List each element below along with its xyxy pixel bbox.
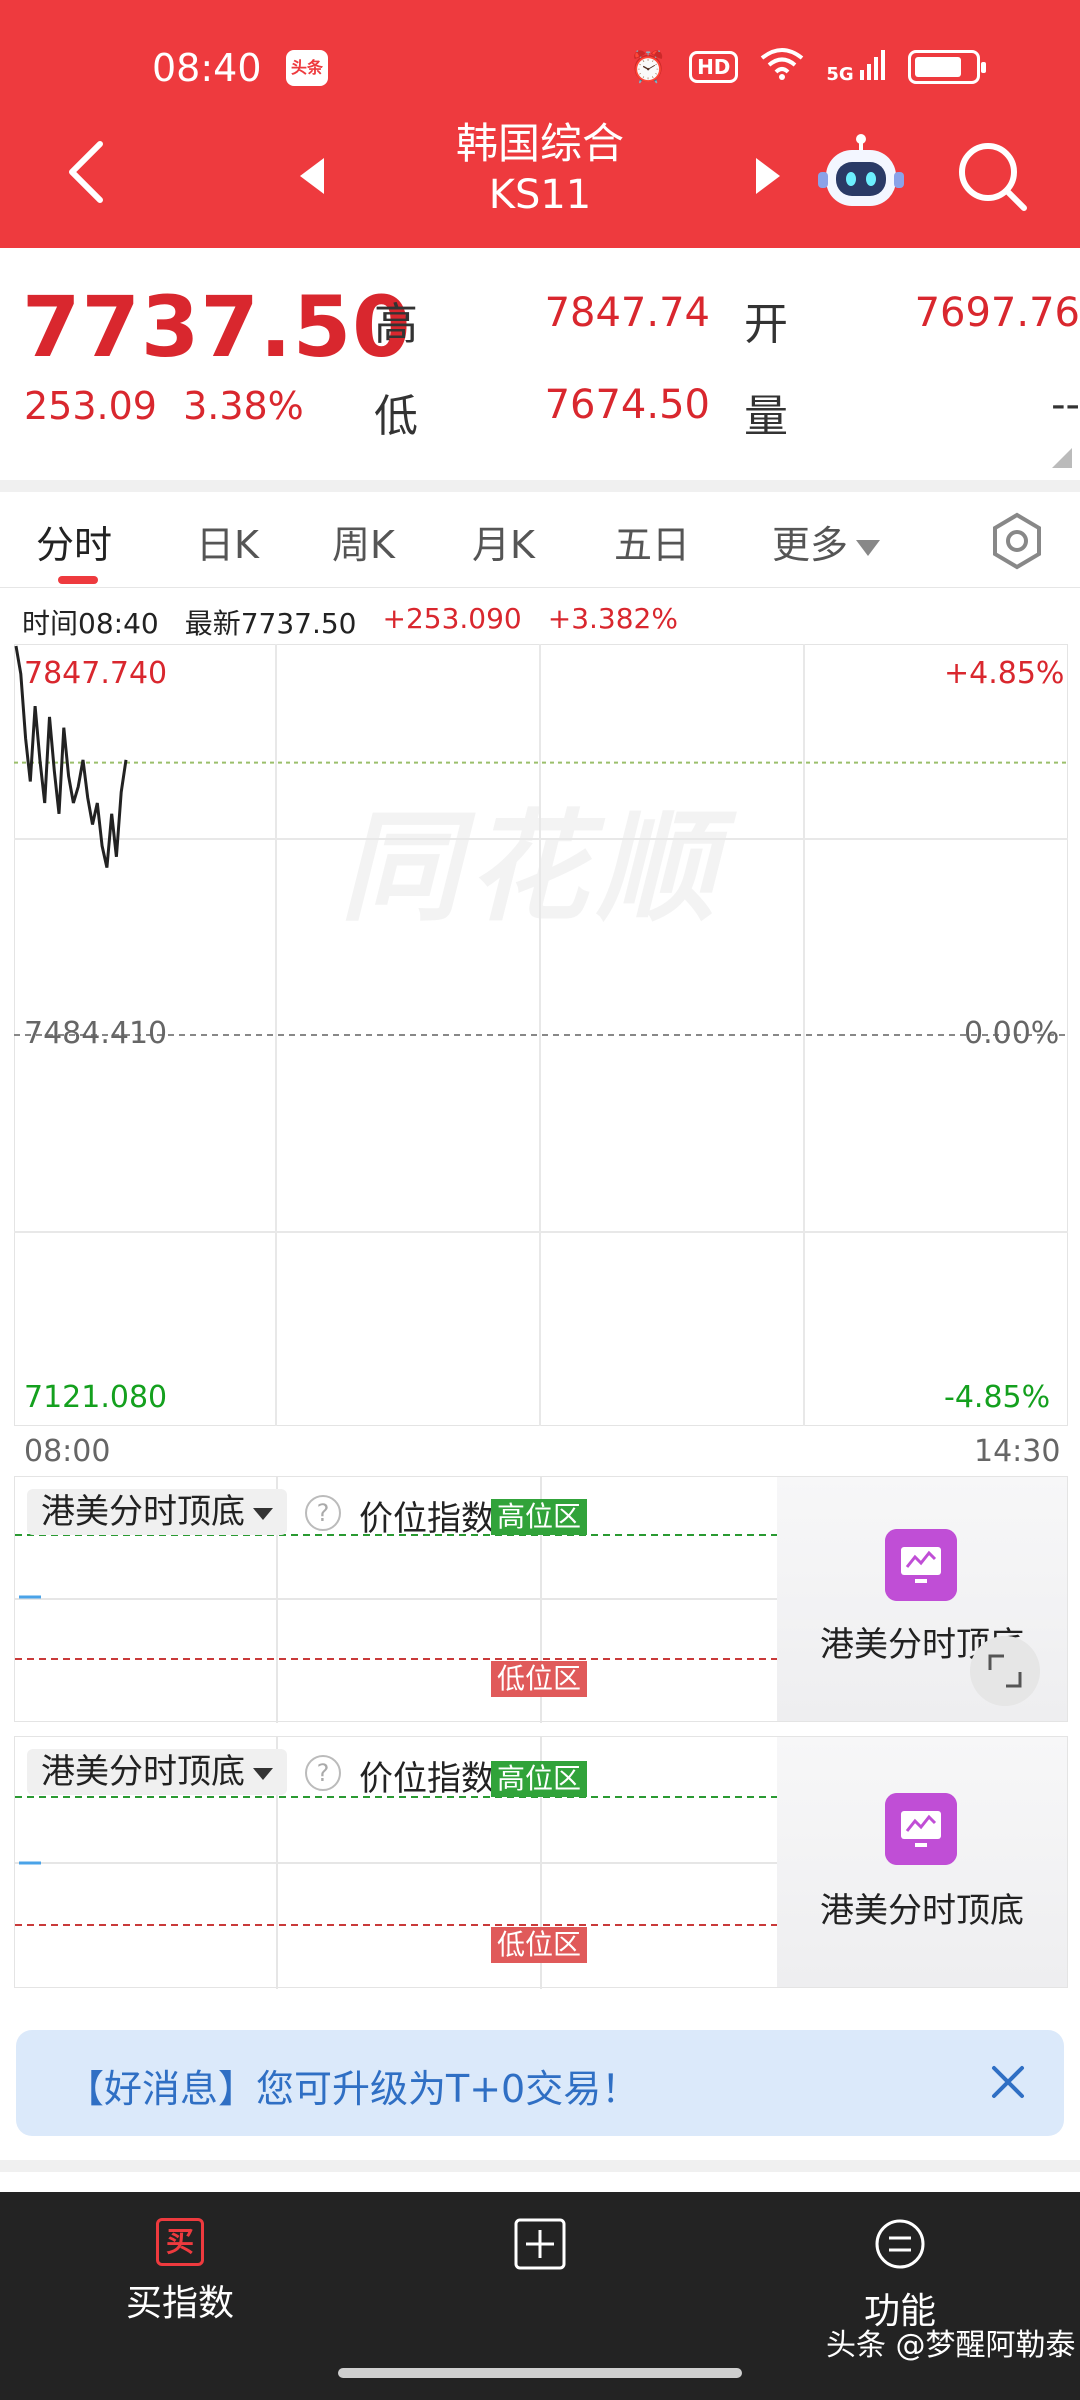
help-icon[interactable]: ? xyxy=(305,1495,341,1531)
indicator-panel-1[interactable]: 港美分时顶底 ? 价位指数 高位区 低位区 港美分时顶底 xyxy=(14,1476,1068,1723)
caret-down-icon xyxy=(253,1507,273,1520)
low-value: 7674.50 xyxy=(544,382,710,428)
info-time: 时间08:40 xyxy=(22,607,159,640)
open-label: 开 xyxy=(744,299,788,350)
info-change-percent: +3.382% xyxy=(547,602,678,635)
tab-intraday[interactable]: 分时 xyxy=(36,514,112,569)
function-button[interactable]: 功能 xyxy=(800,2218,1000,2334)
low-label: 低 xyxy=(374,391,418,442)
info-latest: 最新7737.50 xyxy=(184,607,357,640)
high-label: 高 xyxy=(374,299,418,350)
hd-icon: HD xyxy=(689,51,739,83)
footer-watermark: 头条 @梦醒阿勒泰 xyxy=(826,2328,1076,2363)
tab-monthly-k[interactable]: 月K xyxy=(472,514,535,569)
buy-index-button[interactable]: 买 买指数 xyxy=(80,2218,280,2326)
change-value: 253.09 xyxy=(24,384,157,428)
high-value: 7847.74 xyxy=(544,290,710,336)
tab-more[interactable]: 更多 xyxy=(772,514,881,569)
help-icon[interactable]: ? xyxy=(305,1755,341,1791)
low-zone-tag: 低位区 xyxy=(491,1927,588,1963)
buy-icon: 买 xyxy=(156,2218,204,2266)
promo-banner[interactable]: 【好消息】您可升级为T+0交易！ xyxy=(16,2030,1064,2136)
indicator-promo[interactable]: 港美分时顶底 xyxy=(777,1737,1067,1987)
alarm-icon: ⏰ xyxy=(629,49,668,85)
chevron-down-icon xyxy=(856,539,881,556)
y-label-bottom: 7121.080 xyxy=(24,1380,168,1415)
info-change: +253.090 xyxy=(382,602,522,635)
expand-corner-icon[interactable] xyxy=(1052,448,1072,468)
close-icon[interactable] xyxy=(988,2062,1028,2102)
home-indicator[interactable] xyxy=(338,2368,742,2378)
fullscreen-icon[interactable] xyxy=(970,1636,1040,1706)
search-icon[interactable] xyxy=(956,140,1028,212)
high-zone-tag: 高位区 xyxy=(491,1761,588,1797)
stock-name: 韩国综合 xyxy=(455,119,624,168)
robot-assistant-icon[interactable] xyxy=(818,134,904,214)
section-divider xyxy=(0,2160,1080,2172)
toutiao-badge: 头条 xyxy=(286,50,328,86)
open-value: 7697.76 xyxy=(914,290,1080,336)
status-icons: ⏰ HD 5G xyxy=(629,46,986,88)
x-label-start: 08:00 xyxy=(24,1434,111,1469)
y-label-mid: 7484.410 xyxy=(24,1016,168,1051)
indicator-name: 价位指数 xyxy=(359,1759,495,1799)
chart-tabs: 分时 日K 周K 月K 五日 更多 xyxy=(0,492,1080,588)
pct-label-bottom: -4.85% xyxy=(944,1380,1051,1415)
indicator-name: 价位指数 xyxy=(359,1499,495,1539)
indicator-selector[interactable]: 港美分时顶底 xyxy=(27,1749,287,1795)
battery-icon xyxy=(908,50,986,84)
stock-code: KS11 xyxy=(488,172,592,218)
tab-daily-k[interactable]: 日K xyxy=(196,514,259,569)
signal-icon: 5G xyxy=(826,49,886,85)
chart-info-row: 时间08:40 最新7737.50 +253.090 +3.382% xyxy=(22,602,678,642)
volume-value: -- xyxy=(1051,382,1080,428)
menu-circle-icon xyxy=(875,2219,925,2269)
buy-index-label: 买指数 xyxy=(125,2283,234,2324)
x-label-end: 14:30 xyxy=(974,1434,1061,1469)
pct-label-top: +4.85% xyxy=(944,656,1065,691)
add-watchlist-button[interactable] xyxy=(440,2218,640,2274)
tab-active-indicator xyxy=(58,576,98,584)
tab-five-day[interactable]: 五日 xyxy=(614,514,690,569)
quote-panel: 7737.50 253.09 3.38% 高 7847.74 开 7697.76… xyxy=(0,248,1080,480)
y-label-top: 7847.740 xyxy=(24,656,168,691)
current-price: 7737.50 xyxy=(22,278,412,376)
next-stock-icon[interactable] xyxy=(756,158,780,194)
back-icon[interactable] xyxy=(66,140,106,204)
stock-title: 韩国综合 KS11 xyxy=(340,118,740,220)
intraday-chart-canvas xyxy=(14,644,1068,1426)
indicator-panel-2[interactable]: 港美分时顶底 ? 价位指数 高位区 低位区 港美分时顶底 xyxy=(14,1736,1068,1989)
header-bar: 08:40 头条 ⏰ HD 5G 韩国综合 KS11 xyxy=(0,0,1080,248)
price-change: 253.09 3.38% xyxy=(24,384,304,428)
section-divider xyxy=(0,480,1080,492)
status-time: 08:40 xyxy=(152,46,262,90)
indicator-selector[interactable]: 港美分时顶底 xyxy=(27,1489,287,1535)
wifi-icon xyxy=(760,46,804,88)
prev-stock-icon[interactable] xyxy=(300,158,324,194)
change-percent: 3.38% xyxy=(183,384,304,428)
low-zone-tag: 低位区 xyxy=(491,1661,588,1697)
volume-label: 量 xyxy=(744,391,788,442)
caret-down-icon xyxy=(253,1767,273,1780)
add-icon xyxy=(514,2218,566,2270)
pct-label-mid: 0.00% xyxy=(964,1016,1060,1051)
tab-weekly-k[interactable]: 周K xyxy=(332,514,395,569)
promo-label: 港美分时顶底 xyxy=(820,1891,1024,1931)
monitor-chart-icon xyxy=(885,1529,957,1601)
settings-icon[interactable] xyxy=(988,512,1046,570)
banner-text: 【好消息】您可升级为T+0交易！ xyxy=(66,2067,640,2111)
monitor-chart-icon xyxy=(885,1793,957,1865)
high-zone-tag: 高位区 xyxy=(491,1499,588,1535)
